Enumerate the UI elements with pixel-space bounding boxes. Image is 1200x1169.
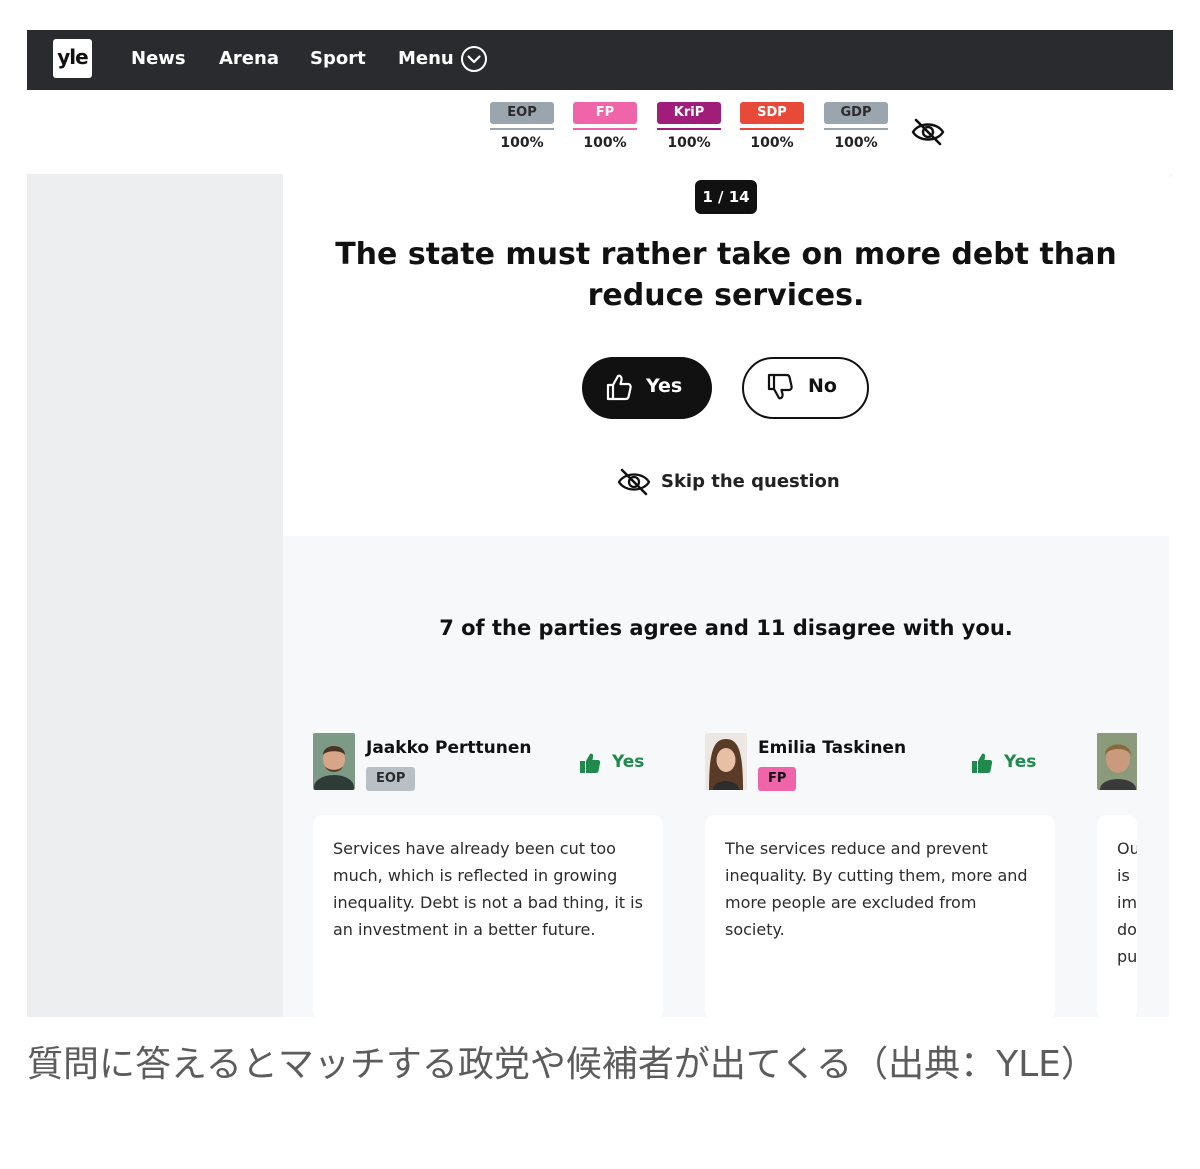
yes-button[interactable]: Yes (582, 357, 712, 419)
no-button[interactable]: No (742, 357, 869, 419)
party-underline (657, 128, 721, 130)
party-match-percent: 100% (750, 135, 794, 151)
candidate-name: Emilia Taskinen (758, 738, 907, 758)
agreement-summary: 7 of the parties agree and 11 disagree w… (439, 616, 1013, 640)
party-chip-eop[interactable]: EOP 100% (490, 102, 554, 151)
avatar (1097, 733, 1137, 790)
question-counter: 1 / 14 (695, 180, 757, 214)
party-tag: GDP (824, 102, 888, 124)
image-caption: 質問に答えるとマッチする政党や候補者が出てくる（出典：YLE） (27, 1044, 1097, 1085)
no-label: No (808, 375, 837, 397)
thumbs-up-icon (972, 753, 993, 773)
eye-off-icon[interactable] (910, 116, 946, 148)
party-tag: SDP (740, 102, 804, 124)
avatar (705, 733, 747, 790)
nav-link-news[interactable]: News (131, 47, 186, 71)
yes-label: Yes (646, 375, 683, 397)
party-match-percent: 100% (583, 135, 627, 151)
party-chip-gdp[interactable]: GDP 100% (824, 102, 888, 151)
eye-off-icon (617, 468, 651, 496)
candidate-name: Jaakko Perttunen (366, 738, 532, 758)
party-match-percent: 100% (834, 135, 878, 151)
question-text: The state must rather take on more debt … (335, 237, 1117, 313)
candidate-comment: Services have already been cut too much,… (313, 815, 663, 1017)
party-chip-fp[interactable]: FP 100% (573, 102, 637, 151)
candidate-comment: Ou is im do pu (1097, 815, 1137, 1017)
candidate-answer-label: Yes (1004, 752, 1037, 772)
avatar (313, 733, 355, 790)
candidate-party-tag: EOP (366, 767, 416, 791)
party-underline (573, 128, 637, 130)
party-chip-krip[interactable]: KriP 100% (657, 102, 721, 151)
question-card: 1 / 14 The state must rather take on mor… (283, 174, 1169, 534)
skip-question-link[interactable]: Skip the question (617, 466, 847, 500)
top-navigation-bar: yle News Arena Sport Menu (27, 30, 1173, 90)
thumbs-down-icon (767, 373, 793, 400)
thumbs-up-icon (580, 753, 601, 773)
candidate-card[interactable]: Jaakko Perttunen EOP Yes Services have a… (313, 733, 663, 1017)
candidate-card[interactable]: Emilia Taskinen FP Yes The services redu… (705, 733, 1055, 1017)
party-tag: KriP (657, 102, 721, 124)
thumbs-up-icon (606, 374, 632, 401)
nav-link-arena[interactable]: Arena (219, 47, 279, 71)
party-tag: FP (573, 102, 637, 124)
candidate-comment: The services reduce and prevent inequali… (705, 815, 1055, 1017)
party-match-percent: 100% (500, 135, 544, 151)
party-underline (824, 128, 888, 130)
app-frame: yle News Arena Sport Menu EOP 100% FP 10… (27, 30, 1173, 1017)
left-sidebar (27, 174, 283, 1017)
candidate-card[interactable]: Ou is im do pu (1097, 733, 1137, 1017)
candidate-answer-label: Yes (612, 752, 645, 772)
chevron-down-circle-icon[interactable] (460, 45, 488, 73)
results-section: 7 of the parties agree and 11 disagree w… (283, 536, 1169, 1017)
yle-logo[interactable]: yle (53, 39, 92, 78)
candidate-party-tag: FP (758, 767, 797, 791)
candidate-answer: Yes (578, 751, 648, 775)
party-chip-sdp[interactable]: SDP 100% (740, 102, 804, 151)
nav-link-menu[interactable]: Menu (398, 47, 454, 71)
party-tag: EOP (490, 102, 554, 124)
nav-link-sport[interactable]: Sport (310, 47, 366, 71)
party-underline (740, 128, 804, 130)
party-underline (490, 128, 554, 130)
candidate-answer: Yes (970, 751, 1040, 775)
skip-question-label: Skip the question (661, 471, 840, 492)
party-match-percent: 100% (667, 135, 711, 151)
party-match-bar: EOP 100% FP 100% KriP 100% SDP 100% GDP … (27, 90, 1173, 174)
